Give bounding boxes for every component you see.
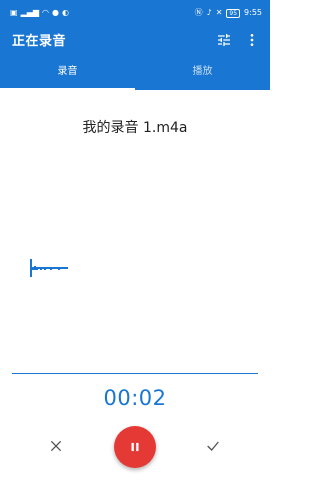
waveform bbox=[30, 259, 68, 277]
pause-button[interactable] bbox=[114, 426, 156, 468]
recording-file-name: 我的录音 1.m4a bbox=[82, 120, 188, 136]
close-icon[interactable] bbox=[48, 438, 64, 454]
app-title: 正在录音 bbox=[12, 34, 67, 49]
recording-timer: 00:02 bbox=[103, 386, 167, 410]
pause-icon bbox=[131, 442, 139, 452]
status-left-icons: ▣ ▂▄▆ ◠ ● ◐ bbox=[10, 8, 69, 18]
tune-icon[interactable] bbox=[216, 32, 232, 48]
vpn-icon: ◐ bbox=[62, 8, 69, 17]
mute-icon: ✕ bbox=[215, 8, 223, 17]
tab-record-label: 录音 bbox=[57, 66, 78, 77]
tab-indicator bbox=[0, 88, 135, 90]
timeline-divider bbox=[12, 373, 258, 374]
tab-playback[interactable]: 播放 bbox=[135, 56, 270, 90]
battery-indicator: 95 bbox=[226, 8, 241, 18]
signal-icon: ▂▄▆ bbox=[20, 8, 40, 17]
app-bar: 正在录音 bbox=[0, 28, 270, 56]
status-right-icons: Ⓝ ♪ ✕ 95 9:55 bbox=[195, 8, 262, 18]
tab-bar: 录音 播放 bbox=[0, 56, 270, 90]
check-icon[interactable] bbox=[205, 438, 221, 454]
notification-icon: ▣ bbox=[10, 8, 18, 17]
location-icon: ● bbox=[52, 8, 59, 17]
wifi-icon: ◠ bbox=[42, 8, 50, 17]
status-bar: ▣ ▂▄▆ ◠ ● ◐ Ⓝ ♪ ✕ 95 9:55 bbox=[0, 0, 270, 28]
tab-record[interactable]: 录音 bbox=[0, 56, 135, 90]
more-vert-icon[interactable] bbox=[244, 32, 260, 48]
nfc-icon: Ⓝ bbox=[194, 8, 203, 17]
mic-icon: ♪ bbox=[206, 8, 212, 17]
clock: 9:55 bbox=[244, 8, 262, 17]
tab-playback-label: 播放 bbox=[192, 66, 213, 77]
